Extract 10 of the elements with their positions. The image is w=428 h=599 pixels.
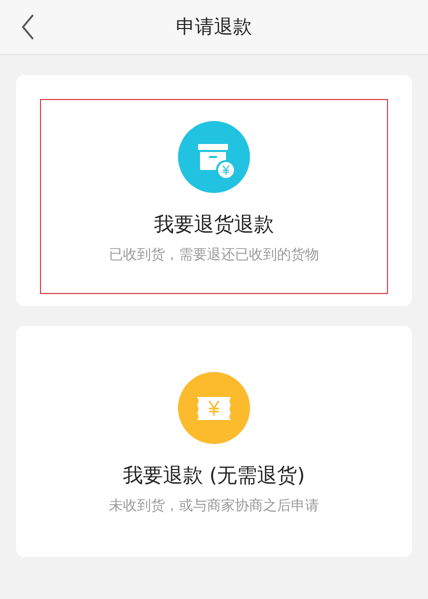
back-icon — [21, 14, 35, 40]
option-title: 我要退货退款 — [154, 211, 274, 238]
page-title: 申请退款 — [176, 14, 252, 40]
option-subtitle: 未收到货，或与商家协商之后申请 — [109, 497, 319, 516]
ticket-yen-icon — [178, 372, 250, 444]
option-card[interactable]: 我要退货退款 已收到货，需要退还已收到的货物 — [16, 75, 412, 306]
option-subtitle: 已收到货，需要退还已收到的货物 — [109, 246, 319, 265]
option-title: 我要退款 (无需退货) — [123, 462, 305, 489]
option-card[interactable]: 我要退款 (无需退货) 未收到货，或与商家协商之后申请 — [16, 326, 412, 557]
box-yen-icon — [178, 121, 250, 193]
